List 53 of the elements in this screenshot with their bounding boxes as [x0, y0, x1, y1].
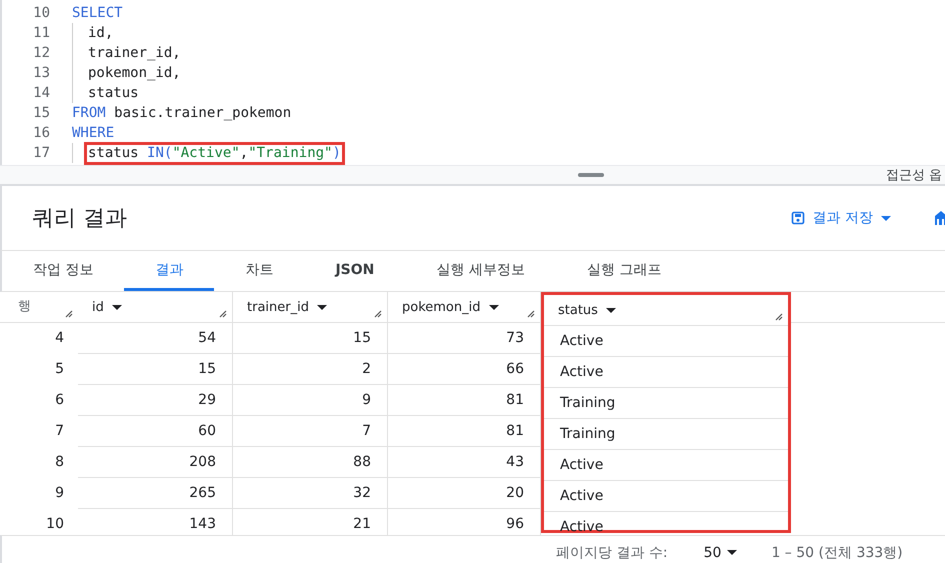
page-range: 1 – 50 (전체 333행) — [771, 544, 903, 562]
table-cell: Training — [544, 388, 788, 419]
caret-icon — [606, 308, 616, 312]
resize-grip-icon — [65, 310, 73, 318]
line-number: 15 — [32, 105, 50, 121]
row-number: 9 — [54, 484, 65, 503]
save-results-button[interactable]: 결과 저장 — [786, 205, 895, 231]
tab[interactable]: 차트 — [214, 251, 304, 291]
row-number: 6 — [54, 391, 65, 410]
caret-icon — [727, 550, 738, 555]
table-cell: Active — [544, 450, 788, 481]
save-icon — [790, 211, 805, 225]
caret-icon — [881, 216, 891, 220]
column-header[interactable]: status — [558, 302, 598, 318]
code-line: FROM basic.trainer_pokemon — [72, 104, 292, 123]
resize-handle[interactable] — [578, 173, 604, 177]
table-cell: Active — [544, 357, 788, 388]
caret-icon — [112, 304, 122, 310]
line-number: 12 — [32, 45, 50, 61]
caret-icon — [488, 304, 498, 310]
resize-grip-icon — [374, 310, 382, 318]
tab[interactable]: 작업 정보 — [2, 251, 124, 291]
code-line: WHERE — [72, 124, 114, 143]
resize-grip-icon — [219, 310, 227, 318]
row-number: 4 — [54, 329, 65, 348]
resize-grip-icon — [775, 313, 783, 321]
table-cell: Training — [544, 419, 788, 450]
line-number: 17 — [32, 145, 50, 161]
line-number: 14 — [32, 85, 50, 101]
column-header[interactable]: trainer_id — [247, 300, 309, 314]
column-header: 행 — [18, 298, 31, 315]
row-number: 5 — [54, 360, 65, 379]
row-number: 7 — [54, 422, 65, 441]
row-number: 8 — [54, 453, 65, 472]
table-cell: Active — [544, 326, 788, 357]
line-number: 10 — [32, 5, 50, 21]
code-line: SELECT — [72, 4, 123, 23]
page-size-dropdown[interactable]: 50 — [698, 544, 744, 562]
tab[interactable]: 실행 그래프 — [556, 251, 692, 291]
page-size-label: 페이지당 결과 수: — [556, 544, 668, 562]
tab[interactable]: JSON — [304, 251, 406, 291]
caret-icon — [316, 304, 327, 310]
column-header[interactable]: id — [92, 300, 104, 314]
row-number: 10 — [45, 515, 65, 534]
accessibility-text: 접근성 옵 — [886, 167, 942, 184]
line-number: 16 — [32, 125, 50, 141]
panel-title: 쿼리 결과 — [32, 205, 128, 233]
line-number: 11 — [32, 25, 50, 41]
column-header[interactable]: pokemon_id — [402, 300, 480, 314]
table-cell: Active — [544, 481, 788, 512]
tab[interactable]: 실행 세부정보 — [405, 251, 556, 291]
line-number: 13 — [32, 65, 50, 81]
resize-grip-icon — [527, 310, 535, 318]
